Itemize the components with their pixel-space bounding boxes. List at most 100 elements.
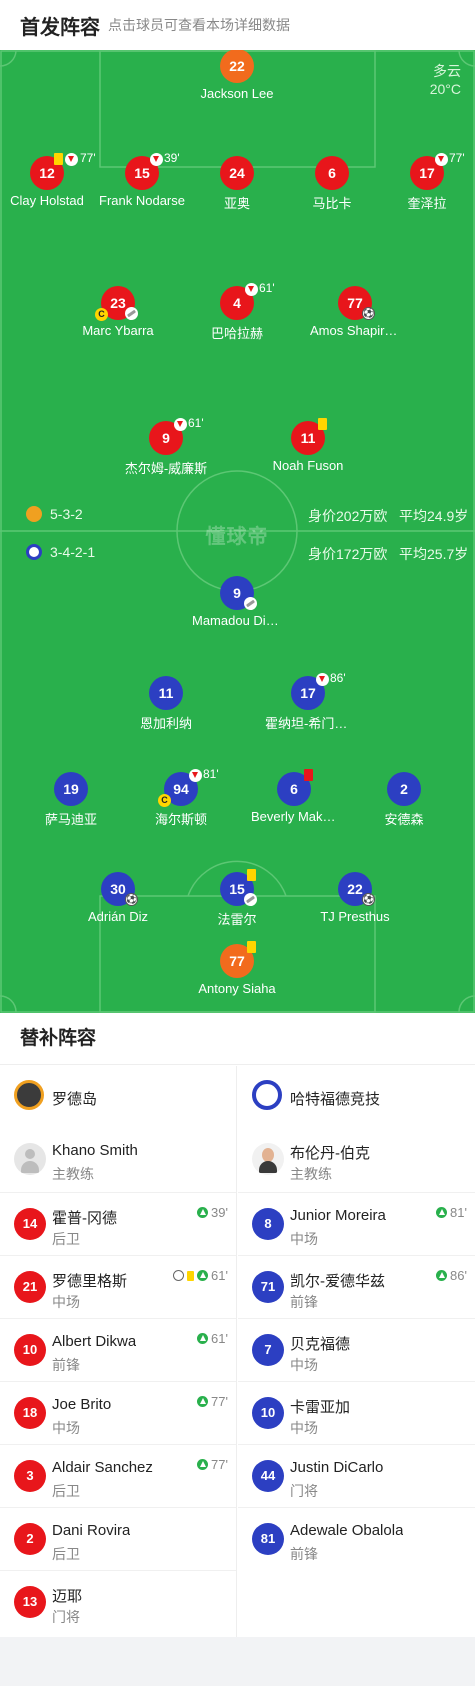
home-player-17[interactable]: 17 77' 奎泽拉 xyxy=(367,151,475,212)
sub-row[interactable]: 14 霍普-冈德 后卫 39' xyxy=(0,1192,236,1255)
hartford-logo-icon xyxy=(252,1080,282,1110)
sub-row[interactable]: 2 Dani Rovira 后卫 xyxy=(0,1507,236,1570)
home-player-4[interactable]: 4 61' 巴哈拉赫 xyxy=(177,281,297,342)
assist-boot-icon xyxy=(244,597,257,610)
yellow-card-icon xyxy=(247,869,256,881)
home-market-value: 身价202万欧 xyxy=(308,508,388,524)
coach-photo-icon xyxy=(252,1143,284,1175)
player-number: 15 xyxy=(229,881,245,897)
sub-row[interactable]: 13 迈耶 门将 xyxy=(0,1570,236,1633)
sub-off-icon xyxy=(245,283,258,296)
sub-name: 霍普-冈德 xyxy=(52,1210,117,1227)
home-player-22[interactable]: 22 Jackson Lee xyxy=(177,50,297,101)
sub-row[interactable]: 3 Aldair Sanchez 后卫 77' xyxy=(0,1444,236,1507)
home-player-23[interactable]: 23 C Marc Ybarra xyxy=(58,286,178,338)
away-player-19[interactable]: 19 萨马迪亚 xyxy=(11,772,131,828)
home-coach-row[interactable]: Khano Smith 主教练 xyxy=(0,1128,236,1192)
player-name: Jackson Lee xyxy=(200,86,274,101)
weather-condition: 多云 xyxy=(433,63,461,79)
sub-name: Adewale Obalola xyxy=(290,1522,404,1539)
sub-off-icon xyxy=(65,153,78,166)
substitutes-title: 替补阵容 xyxy=(0,1013,475,1065)
sub-off-icon xyxy=(150,153,163,166)
away-player-94[interactable]: 94 C 81' 海尔斯顿 xyxy=(121,767,241,828)
player-number: 24 xyxy=(220,156,254,190)
sub-name: Dani Rovira xyxy=(52,1522,131,1539)
player-number: 11 xyxy=(149,676,183,710)
sub-number: 13 xyxy=(14,1586,46,1618)
away-team-header[interactable]: 哈特福德竞技 xyxy=(238,1066,475,1128)
away-player-22[interactable]: 22 ⚽ TJ Presthus xyxy=(295,872,415,924)
home-team-info: 5-3-2 身价202万欧 平均24.9岁 xyxy=(0,504,475,526)
pitch: 多云 20°C 懂球帝 22 Jackson Lee 12 77' Clay H… xyxy=(0,50,475,1013)
player-name: 巴哈拉赫 xyxy=(210,326,263,341)
player-number: 94 xyxy=(173,781,189,797)
yellow-card-icon xyxy=(187,1270,195,1281)
home-player-9[interactable]: 9 61' 杰尔姆-威廉斯 xyxy=(106,416,226,477)
assist-boot-icon xyxy=(125,307,138,320)
sub-row[interactable]: 81 Adewale Obalola 前锋 xyxy=(238,1507,475,1570)
sub-name: 罗德里格斯 xyxy=(52,1273,128,1290)
sub-row[interactable]: 44 Justin DiCarlo 门将 xyxy=(238,1444,475,1507)
sub-row[interactable]: 10 Albert Dikwa 前锋 61' xyxy=(0,1318,236,1381)
sub-row[interactable]: 7 贝克福德 中场 xyxy=(238,1318,475,1381)
away-player-11[interactable]: 11 恩加利纳 xyxy=(106,676,226,732)
sub-row[interactable]: 8 Junior Moreira 中场 81' xyxy=(238,1192,475,1255)
sub-name: Junior Moreira xyxy=(290,1207,386,1224)
player-name: 海尔斯顿 xyxy=(154,812,207,827)
sub-row[interactable]: 21 罗德里格斯 中场 61' xyxy=(0,1255,236,1318)
player-number: 19 xyxy=(54,772,88,806)
home-player-11[interactable]: 11 Noah Fuson xyxy=(248,418,368,473)
player-number: 22 xyxy=(220,50,254,83)
sub-on-icon xyxy=(436,1207,448,1218)
player-name: 法雷尔 xyxy=(217,912,257,927)
sub-name: 凯尔-爱德华兹 xyxy=(290,1273,385,1290)
sub-number: 8 xyxy=(252,1208,284,1240)
away-player-9[interactable]: 9 Mamadou Diallo xyxy=(177,576,297,628)
sub-number: 2 xyxy=(14,1523,46,1555)
sub-on-icon xyxy=(197,1333,209,1344)
home-subs-column: 罗德岛 Khano Smith 主教练 14 霍普-冈德 后卫 39' 21 罗… xyxy=(0,1066,237,1637)
player-name: Mamadou Diallo xyxy=(192,613,282,628)
yellow-card-icon xyxy=(54,153,63,165)
player-name: 萨马迪亚 xyxy=(44,812,97,827)
away-coach-row[interactable]: 布伦丹-伯克 主教练 xyxy=(238,1128,475,1192)
player-number: 2 xyxy=(387,772,421,806)
home-player-77[interactable]: 77 ⚽ Amos Shapiro-Thompson xyxy=(295,286,415,338)
sub-number: 21 xyxy=(14,1271,46,1303)
sub-position: 中场 xyxy=(290,1420,318,1436)
away-player-6[interactable]: 6 Beverly Makangila xyxy=(234,769,354,824)
away-player-17[interactable]: 17 86' 霍纳坦-希门内斯 xyxy=(248,671,368,732)
away-player-30[interactable]: 30 ⚽ Adrián Diz xyxy=(58,872,178,924)
away-player-15[interactable]: 15 法雷尔 xyxy=(177,869,297,928)
sub-row[interactable]: 10 卡雷亚加 中场 xyxy=(238,1381,475,1444)
sub-on-icon xyxy=(197,1459,209,1470)
home-team-header[interactable]: 罗德岛 xyxy=(0,1066,236,1128)
sub-position: 门将 xyxy=(52,1609,80,1625)
sub-row[interactable]: 71 凯尔-爱德华兹 前锋 86' xyxy=(238,1255,475,1318)
sub-number: 14 xyxy=(14,1208,46,1240)
sub-number: 10 xyxy=(14,1334,46,1366)
sub-on-icon xyxy=(197,1396,209,1407)
player-number: 6 xyxy=(315,156,349,190)
sub-off-icon xyxy=(174,418,187,431)
sub-off-icon xyxy=(316,673,329,686)
lineup-header: 首发阵容 点击球员可查看本场详细数据 xyxy=(0,0,475,50)
rhode-island-crest-icon xyxy=(26,506,42,522)
sub-minute: 86' xyxy=(330,671,346,685)
sub-row[interactable]: 18 Joe Brito 中场 77' xyxy=(0,1381,236,1444)
coach-name: 布伦丹-伯克 xyxy=(290,1145,370,1162)
away-player-2[interactable]: 2 安德森 xyxy=(344,772,464,828)
goal-ball-icon: ⚽ xyxy=(362,307,375,320)
sub-name: Albert Dikwa xyxy=(52,1333,137,1350)
away-player-77[interactable]: 77 Antony Siaha xyxy=(177,941,297,996)
sub-position: 前锋 xyxy=(290,1294,318,1310)
player-name: 杰尔姆-威廉斯 xyxy=(124,461,208,476)
captain-icon: C xyxy=(95,308,108,321)
player-number: 30 xyxy=(110,881,126,897)
player-name: Noah Fuson xyxy=(272,458,344,473)
sub-name: Justin DiCarlo xyxy=(290,1459,384,1476)
player-name: Beverly Makangila xyxy=(251,809,337,824)
lineup-title: 首发阵容 xyxy=(20,16,100,39)
player-number: 22 xyxy=(347,881,363,897)
